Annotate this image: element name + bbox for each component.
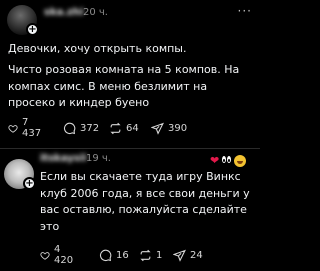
red-heart-icon: ❤ — [210, 154, 220, 167]
repost-button[interactable]: 64 — [109, 120, 139, 136]
username[interactable]: ska.zhi — [44, 7, 84, 18]
repost-count: 64 — [126, 122, 139, 134]
comment-button[interactable]: 16 — [99, 247, 129, 263]
post-text-paragraph: Девочки, хочу открыть компы. — [8, 42, 187, 55]
follow-plus-icon[interactable]: + — [26, 23, 39, 36]
post-text-paragraph: Чисто розовая комната на 5 компов. На ко… — [8, 63, 240, 109]
follow-plus-icon[interactable]: + — [23, 177, 36, 190]
share-count: 24 — [190, 249, 203, 261]
reaction-emojis: ❤ — [210, 154, 250, 168]
like-count: 4 420 — [54, 244, 74, 266]
post-time: 20 ч. — [83, 7, 108, 18]
laughing-face-icon — [234, 155, 246, 167]
repost-count: 1 — [156, 249, 163, 261]
post-text-paragraph: Если вы скачаете туда игру Винкс клуб 20… — [40, 170, 250, 233]
comment-button[interactable]: 372 — [63, 120, 99, 136]
like-button[interactable]: 4 420 — [40, 244, 76, 266]
like-count: 7 437 — [22, 117, 42, 139]
thread-post: + ska.zhi 20 ч. ··· Девочки, хочу открыт… — [0, 0, 260, 148]
heart-icon — [40, 251, 50, 260]
comment-count: 16 — [116, 249, 129, 261]
comment-icon — [99, 249, 112, 261]
heart-icon — [8, 124, 18, 133]
share-count: 390 — [168, 122, 188, 134]
eyes-icon — [222, 156, 232, 164]
repost-icon — [110, 122, 121, 134]
more-icon[interactable]: ··· — [238, 4, 252, 18]
repost-icon — [140, 249, 151, 261]
repost-button[interactable]: 1 — [139, 247, 162, 263]
username[interactable]: itskaysii — [40, 153, 87, 164]
comment-icon — [63, 122, 76, 134]
post-time: 19 ч. — [86, 153, 111, 164]
comment-count: 372 — [80, 122, 100, 134]
like-button[interactable]: 7 437 — [8, 117, 44, 139]
share-button[interactable]: 390 — [151, 120, 187, 136]
share-icon — [151, 122, 164, 135]
thread-post: + itskaysii 19 ч. ❤ Если вы скачаете туд… — [0, 149, 260, 271]
share-button[interactable]: 24 — [173, 247, 203, 263]
share-icon — [173, 249, 186, 262]
